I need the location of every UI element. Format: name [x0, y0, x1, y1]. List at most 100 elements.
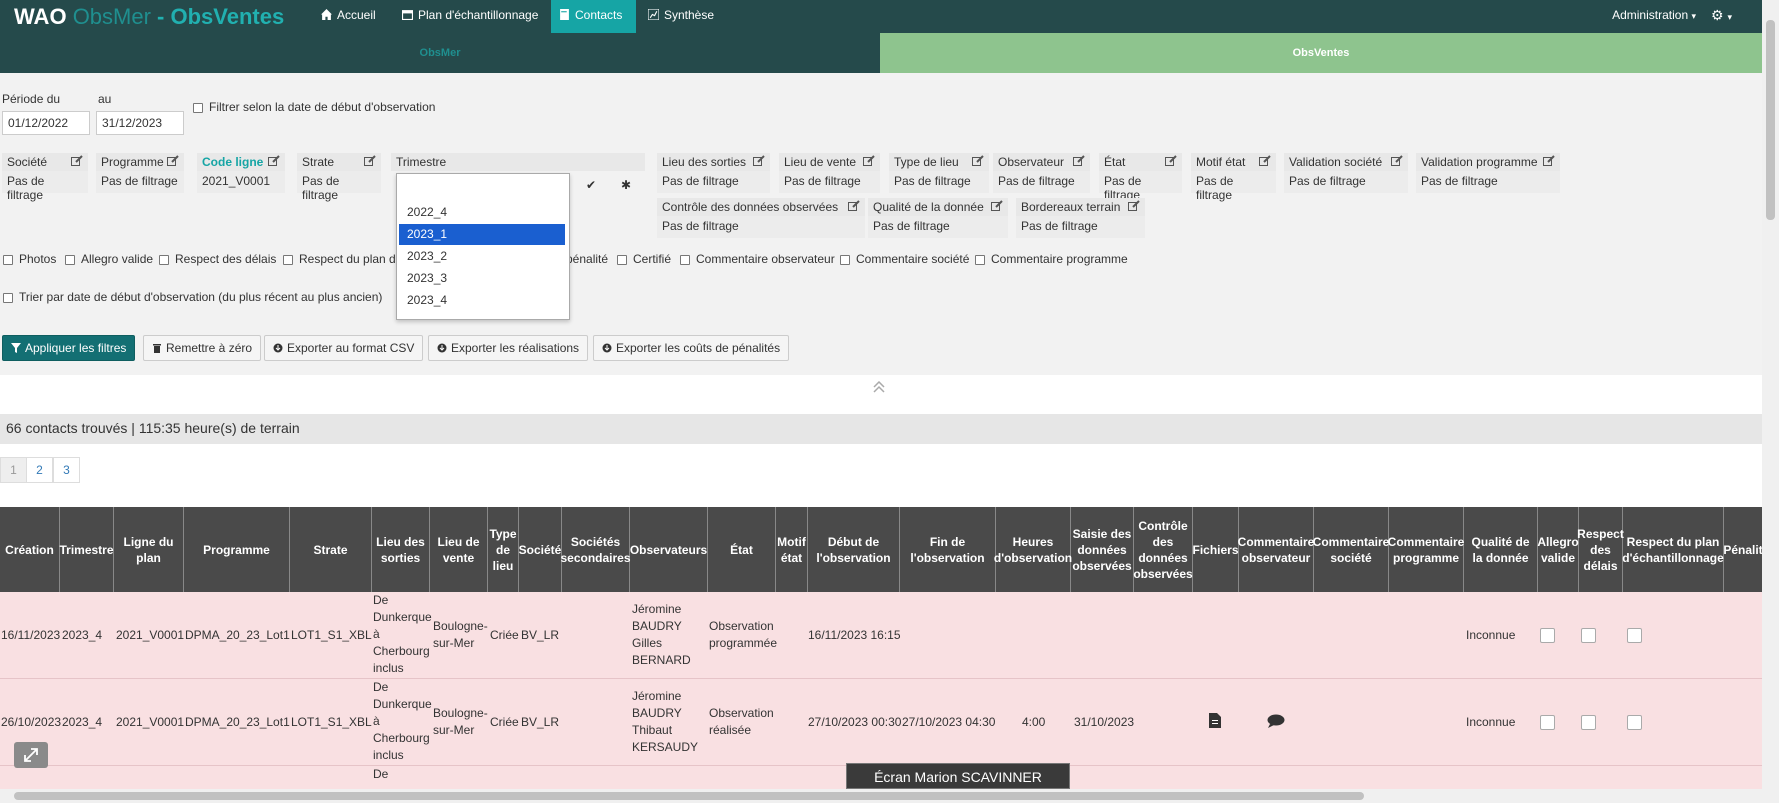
tab-obsventes[interactable]: ObsVentes	[880, 33, 1762, 73]
filter-observateur[interactable]: Observateur Pas de filtrage	[993, 153, 1090, 193]
col-creation[interactable]: Création	[0, 507, 60, 592]
pagination-page-2[interactable]: 2	[26, 457, 53, 483]
edit-icon[interactable]	[753, 155, 765, 167]
vertical-scroll-thumb[interactable]	[1766, 20, 1775, 220]
edit-icon[interactable]	[1543, 155, 1555, 167]
checkbox-comment-societe[interactable]	[840, 255, 850, 265]
filter-programme[interactable]: Programme Pas de filtrage	[96, 153, 184, 193]
reset-asterisk-icon[interactable]: ✱	[621, 178, 631, 192]
export-csv-button[interactable]: Exporter au format CSV	[264, 335, 424, 361]
pagination-page-1[interactable]: 1	[0, 457, 27, 483]
checkbox-photos[interactable]	[3, 255, 13, 265]
checkbox-sort-date[interactable]	[3, 293, 13, 303]
file-icon[interactable]	[1209, 713, 1221, 728]
edit-icon[interactable]	[863, 155, 875, 167]
col-allegro-valide[interactable]: Allegro valide	[1537, 507, 1579, 592]
col-ligne-plan[interactable]: Ligne du plan	[114, 507, 184, 592]
col-fin-observation[interactable]: Fin de l'observation	[900, 507, 996, 592]
nav-contacts[interactable]: Contacts	[551, 0, 636, 33]
checkbox-comment-programme[interactable]	[975, 255, 985, 265]
respect-delais-checkbox[interactable]	[1581, 628, 1596, 643]
col-fichiers[interactable]: Fichiers	[1192, 507, 1239, 592]
allegro-checkbox[interactable]	[1540, 715, 1555, 730]
filter-qualite-donnee[interactable]: Qualité de la donnée Pas de filtrage	[868, 198, 1008, 238]
respect-plan-checkbox[interactable]	[1627, 715, 1642, 730]
apply-filters-button[interactable]: Appliquer les filtres	[2, 335, 136, 361]
filter-etat[interactable]: État Pas de filtrage	[1099, 153, 1182, 202]
col-observateurs[interactable]: Observateurs	[630, 507, 708, 592]
col-debut-observation[interactable]: Début de l'observation	[808, 507, 900, 592]
col-lieu-sorties[interactable]: Lieu des sorties	[372, 507, 430, 592]
col-qualite-donnee[interactable]: Qualité de la donnée	[1464, 507, 1538, 592]
edit-icon[interactable]	[1073, 155, 1085, 167]
col-commentaire-programme[interactable]: Commentaire programme	[1388, 507, 1464, 592]
nav-synthese[interactable]: Synthèse	[640, 0, 722, 33]
edit-icon[interactable]	[1128, 200, 1140, 212]
filter-start-date-checkbox[interactable]	[193, 103, 203, 113]
vertical-scrollbar[interactable]	[1762, 0, 1779, 803]
comment-icon[interactable]	[1267, 714, 1285, 728]
filter-lieu-vente[interactable]: Lieu de vente Pas de filtrage	[779, 153, 880, 193]
respect-delais-checkbox[interactable]	[1581, 715, 1596, 730]
table-row[interactable]: 26/10/2023 2023_4 2021_V0001 DPMA_20_23_…	[0, 679, 1762, 766]
period-from-input[interactable]: 01/12/2022	[2, 111, 90, 135]
filter-trimestre[interactable]: Trimestre	[391, 153, 645, 171]
edit-icon[interactable]	[71, 155, 83, 167]
filter-bordereaux-terrain[interactable]: Bordereaux terrain Pas de filtrage	[1016, 198, 1145, 238]
filter-controle-donnees[interactable]: Contrôle des données observées Pas de fi…	[657, 198, 865, 238]
col-heures-observation[interactable]: Heures d'observation	[994, 507, 1072, 592]
col-type-lieu[interactable]: Type de lieu	[488, 507, 519, 592]
col-societes-secondaires[interactable]: Sociétés secondaires	[560, 507, 631, 592]
confirm-check-icon[interactable]: ✔	[586, 178, 596, 192]
checkbox-respect-plan[interactable]	[283, 255, 293, 265]
export-costs-button[interactable]: Exporter les coûts de pénalités	[593, 335, 790, 361]
col-respect-delais[interactable]: Respect des délais	[1577, 507, 1624, 592]
respect-plan-checkbox[interactable]	[1627, 628, 1642, 643]
col-strate[interactable]: Strate	[290, 507, 372, 592]
app-brand[interactable]: WAO ObsMer - ObsVentes	[14, 4, 284, 30]
edit-icon[interactable]	[1391, 155, 1403, 167]
checkbox-certifie[interactable]	[617, 255, 627, 265]
filter-validation-programme[interactable]: Validation programme Pas de filtrage	[1416, 153, 1560, 193]
col-saisie-donnees[interactable]: Saisie des données observées	[1071, 507, 1134, 592]
edit-icon[interactable]	[364, 155, 376, 167]
filter-validation-societe[interactable]: Validation société Pas de filtrage	[1284, 153, 1408, 193]
filter-societe[interactable]: Société Pas de filtrage	[2, 153, 88, 202]
col-societe[interactable]: Société	[519, 507, 562, 592]
trimestre-dropdown[interactable]: 2022_4 2023_1 2023_2 2023_3 2023_4	[396, 173, 570, 320]
settings-menu[interactable]: ⚙ ▾	[1711, 0, 1732, 33]
horizontal-scroll-thumb[interactable]	[14, 792, 1364, 800]
filter-type-lieu[interactable]: Type de lieu Pas de filtrage	[889, 153, 989, 193]
checkbox-comment-observateur[interactable]	[680, 255, 690, 265]
trimestre-option-selected[interactable]: 2023_1	[399, 224, 565, 245]
shrink-icon[interactable]	[14, 742, 48, 768]
nav-accueil[interactable]: Accueil	[313, 0, 384, 33]
checkbox-respect-delais[interactable]	[159, 255, 169, 265]
col-controle-donnees[interactable]: Contrôle des données observées	[1133, 507, 1193, 592]
col-trimestre[interactable]: Trimestre	[59, 507, 114, 592]
pagination-page-3[interactable]: 3	[53, 457, 80, 483]
edit-icon[interactable]	[268, 155, 280, 167]
edit-icon[interactable]	[848, 200, 860, 212]
filter-code-ligne[interactable]: Code ligne 2021_V0001	[197, 153, 285, 193]
admin-menu[interactable]: Administration ▾	[1612, 0, 1696, 32]
trimestre-option[interactable]: 2023_4	[399, 290, 565, 311]
filter-strate[interactable]: Strate Pas de filtrage	[297, 153, 381, 202]
period-to-input[interactable]: 31/12/2023	[96, 111, 184, 135]
horizontal-scrollbar[interactable]	[0, 789, 1762, 803]
col-commentaire-observateur[interactable]: Commentaire observateur	[1238, 507, 1314, 592]
col-penalite[interactable]: Pénalit	[1723, 507, 1762, 592]
col-etat[interactable]: État	[708, 507, 776, 592]
tab-obsmer[interactable]: ObsMer	[0, 33, 880, 73]
col-motif-etat[interactable]: Motif état	[776, 507, 808, 592]
col-lieu-vente[interactable]: Lieu de vente	[430, 507, 488, 592]
col-commentaire-societe[interactable]: Commentaire société	[1313, 507, 1389, 592]
trimestre-option[interactable]: 2023_3	[399, 268, 565, 289]
collapse-up-icon[interactable]	[872, 380, 886, 394]
reset-button[interactable]: Remettre à zéro	[143, 335, 262, 361]
edit-icon[interactable]	[167, 155, 179, 167]
checkbox-allegro[interactable]	[65, 255, 75, 265]
allegro-checkbox[interactable]	[1540, 628, 1555, 643]
col-programme[interactable]: Programme	[184, 507, 290, 592]
filter-lieu-sorties[interactable]: Lieu des sorties Pas de filtrage	[657, 153, 770, 193]
